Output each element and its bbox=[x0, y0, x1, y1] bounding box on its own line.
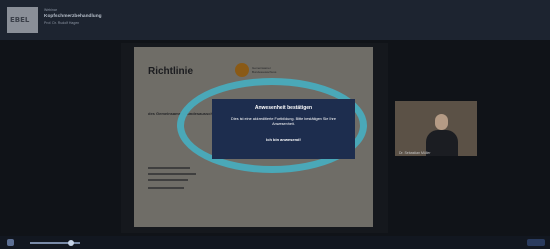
slide-text-line bbox=[148, 179, 188, 181]
confirm-attendance-button[interactable]: Ich bin anwesend! bbox=[212, 137, 355, 142]
dialog-message: Dies ist eine akkreditierte Fortbildung.… bbox=[231, 117, 336, 126]
dialog-title: Anwesenheit bestätigen bbox=[254, 105, 313, 111]
attendance-dialog: Anwesenheit bestätigen Dies ist eine akk… bbox=[212, 99, 355, 159]
header-bar: EBEL Webinar Kopfschmerzbehandlung Prof.… bbox=[0, 0, 550, 40]
webinar-label: Webinar bbox=[44, 8, 57, 12]
slide-text-line bbox=[148, 167, 190, 169]
player-controls bbox=[0, 236, 550, 249]
slide-text-line bbox=[148, 187, 184, 189]
speaker-video bbox=[395, 101, 477, 156]
logo-text: EBEL bbox=[10, 16, 30, 24]
speaker-video-label: Dr. Sebastian Müller bbox=[399, 151, 431, 155]
player-status-icon bbox=[7, 239, 14, 246]
slide-logo-icon bbox=[235, 63, 249, 77]
speaker-head bbox=[435, 114, 448, 130]
speaker-name: Prof. Dr. Rudolf Hagen bbox=[44, 21, 80, 25]
slide-text-line bbox=[148, 173, 196, 175]
fullscreen-button[interactable] bbox=[527, 239, 545, 246]
slide-logo-text: Gemeinsamer Bundesausschuss bbox=[252, 66, 277, 74]
progress-handle[interactable] bbox=[68, 240, 74, 246]
company-logo: EBEL bbox=[7, 7, 38, 33]
slide-title: Richtlinie bbox=[148, 66, 194, 77]
webinar-title: Kopfschmerzbehandlung bbox=[44, 14, 102, 19]
